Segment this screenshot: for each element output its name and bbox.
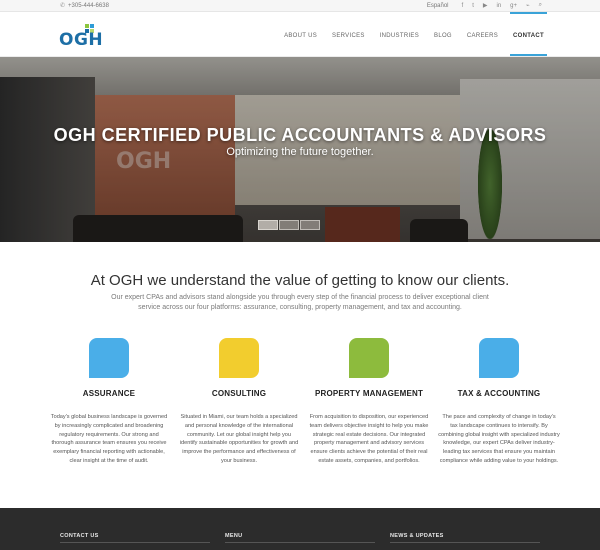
assurance-icon[interactable] — [89, 338, 129, 378]
top-bar: ✆ +305-444-6638 Español f t ▶ in g+ ⌁ ⌕ — [0, 0, 600, 12]
service-consulting[interactable]: CONSULTING Situated in Miami, our team h… — [178, 338, 300, 466]
service-property-management[interactable]: PROPERTY MANAGEMENT From acquisition to … — [308, 338, 430, 466]
youtube-icon[interactable]: ▶ — [483, 2, 488, 9]
service-description: Today's global business landscape is gov… — [50, 414, 168, 464]
intro-paragraph: Our expert CPAs and advisors stand along… — [111, 294, 489, 311]
services-row: ASSURANCE Today's global business landsc… — [48, 338, 560, 466]
service-description: The pace and complexity of change in tod… — [438, 414, 560, 464]
slide-thumbnails — [258, 220, 320, 230]
main-nav: ABOUT US SERVICES INDUSTRIES BLOG CAREER… — [284, 12, 547, 56]
nav-industries[interactable]: INDUSTRIES — [380, 33, 419, 39]
twitter-icon[interactable]: t — [472, 3, 474, 9]
service-description: Situated in Miami, our team holds a spec… — [179, 414, 299, 464]
footer-contact-us: CONTACT US — [60, 533, 210, 543]
property-management-icon[interactable] — [349, 338, 389, 378]
hero-slider: OGH OGH CERTIFIED PUBLIC ACCOUNTANTS & A… — [0, 57, 600, 242]
nav-careers[interactable]: CAREERS — [467, 33, 498, 39]
tax-accounting-icon[interactable] — [479, 338, 519, 378]
footer-news-updates: NEWS & UPDATES — [390, 533, 540, 543]
footer-heading: MENU — [225, 533, 243, 539]
linkedin-icon[interactable]: in — [496, 3, 501, 9]
service-title[interactable]: PROPERTY MANAGEMENT — [308, 389, 430, 398]
phone-number[interactable]: ✆ +305-444-6638 — [60, 2, 109, 10]
search-icon[interactable]: ⌕ — [539, 2, 542, 9]
footer-divider — [225, 542, 375, 543]
nav-services[interactable]: SERVICES — [332, 33, 365, 39]
ogh-logo[interactable]: OGH — [59, 22, 104, 50]
footer-menu: MENU — [225, 533, 375, 543]
nav-blog[interactable]: BLOG — [434, 33, 452, 39]
topbar-right: Español f t ▶ in g+ ⌁ ⌕ — [427, 2, 542, 9]
language-link[interactable]: Español — [427, 3, 449, 9]
slide-thumb-3[interactable] — [300, 220, 320, 230]
nav-contact[interactable]: CONTACT — [510, 12, 547, 56]
consulting-icon[interactable] — [219, 338, 259, 378]
footer-heading: NEWS & UPDATES — [390, 533, 444, 539]
hero-title: OGH CERTIFIED PUBLIC ACCOUNTANTS & ADVIS… — [53, 125, 547, 145]
rss-icon[interactable]: ⌁ — [526, 2, 530, 9]
logo-square-green — [85, 24, 89, 28]
phone-text: +305-444-6638 — [68, 2, 109, 9]
logo-square-blue — [90, 24, 94, 28]
footer-divider — [60, 542, 210, 543]
phone-icon: ✆ — [60, 3, 66, 9]
service-title[interactable]: TAX & ACCOUNTING — [438, 389, 560, 398]
service-title[interactable]: CONSULTING — [178, 389, 300, 398]
service-description: From acquisition to disposition, our exp… — [309, 414, 429, 464]
service-title[interactable]: ASSURANCE — [48, 389, 170, 398]
service-tax-accounting[interactable]: TAX & ACCOUNTING The pace and complexity… — [438, 338, 560, 466]
logo-text: OGH — [59, 30, 104, 50]
service-assurance[interactable]: ASSURANCE Today's global business landsc… — [48, 338, 170, 466]
intro-heading: At OGH we understand the value of gettin… — [90, 272, 510, 289]
hero-tagline: Optimizing the future together. — [226, 146, 374, 158]
site-header: OGH ABOUT US SERVICES INDUSTRIES BLOG CA… — [0, 12, 600, 57]
googleplus-icon[interactable]: g+ — [510, 3, 517, 9]
nav-about-us[interactable]: ABOUT US — [284, 33, 317, 39]
footer-heading: CONTACT US — [60, 533, 99, 539]
facebook-icon[interactable]: f — [462, 3, 464, 9]
site-footer: CONTACT US MENU NEWS & UPDATES — [0, 508, 600, 550]
slide-thumb-2[interactable] — [279, 220, 299, 230]
footer-divider — [390, 542, 540, 543]
slide-thumb-1[interactable] — [258, 220, 278, 230]
